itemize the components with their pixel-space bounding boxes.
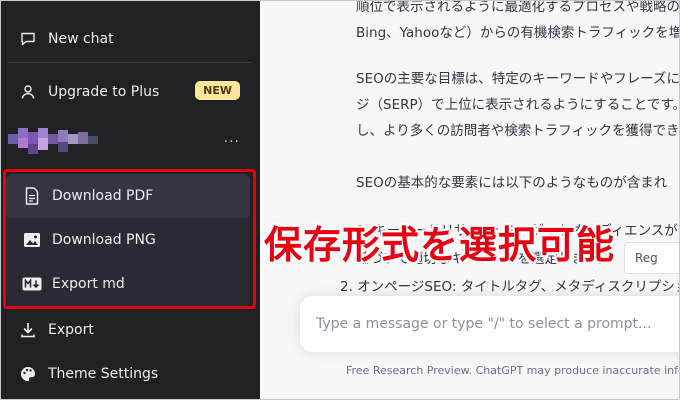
response-line: Bing、Yahooなど）からの有機検索トラフィックを増 [356, 25, 680, 41]
user-icon [18, 82, 38, 102]
export-md-label: Export md [52, 276, 125, 292]
export-md-item[interactable]: Export md [6, 262, 250, 306]
download-pdf-label: Download PDF [52, 188, 154, 204]
export-label: Export [48, 322, 94, 338]
new-chat-button[interactable]: New chat [0, 19, 260, 59]
download-pdf-item[interactable]: Download PDF [6, 174, 250, 218]
image-icon [22, 230, 42, 250]
download-menu: Download PDF Download PNG Export md [6, 174, 250, 306]
response-line: SEOの基本的な要素には以下のようなものが含まれ [356, 175, 668, 191]
download-icon [18, 320, 38, 340]
markdown-icon [22, 274, 42, 294]
new-badge: NEW [195, 81, 240, 100]
sidebar: New chat Upgrade to Plus NEW ··· Downloa… [0, 0, 260, 400]
upgrade-label: Upgrade to Plus [48, 84, 160, 100]
palette-icon [18, 364, 38, 384]
response-line: し、より多くの訪問者や検索トラフィックを獲得できる [356, 123, 680, 139]
download-png-label: Download PNG [52, 232, 156, 248]
sidebar-divider [8, 62, 252, 63]
message-input[interactable] [316, 310, 680, 338]
avatar [8, 124, 104, 160]
more-options-icon[interactable]: ··· [224, 134, 240, 150]
theme-settings-label: Theme Settings [48, 366, 159, 382]
response-line: 順位で表示されるように最適化するプロセスや戦略の [356, 0, 680, 15]
footer-disclaimer: Free Research Preview. ChatGPT may produ… [346, 364, 680, 377]
annotation-caption: 保存形式を選択可能 [264, 223, 616, 267]
response-line: SEOの主要な目標は、特定のキーワードやフレーズに関 [356, 71, 680, 87]
chat-icon [18, 29, 38, 49]
message-composer [300, 296, 680, 352]
new-chat-label: New chat [48, 31, 114, 47]
upgrade-to-plus-button[interactable]: Upgrade to Plus NEW [0, 72, 260, 112]
reference-popup: Reg [624, 242, 680, 274]
document-icon [22, 186, 42, 206]
download-png-item[interactable]: Download PNG [6, 218, 250, 262]
user-account-row[interactable]: ··· [0, 118, 260, 168]
response-line: ジ（SERP）で上位に表示されるようにすることです。 [356, 97, 680, 113]
theme-settings-button[interactable]: Theme Settings [0, 354, 260, 394]
export-button[interactable]: Export [0, 310, 260, 350]
